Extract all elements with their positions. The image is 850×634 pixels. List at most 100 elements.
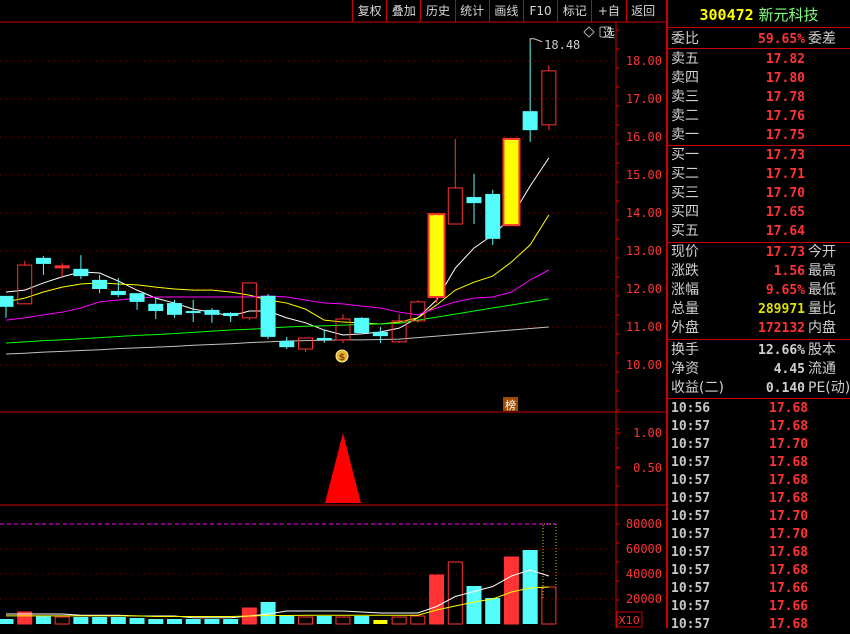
volume-bar — [335, 616, 351, 625]
volume-bar — [485, 598, 501, 624]
row-label2: 最高 — [808, 263, 836, 279]
tick-time: 10:57 — [671, 455, 711, 470]
quote-row: 涨幅 9.65% 最低 — [671, 281, 850, 300]
candle-body — [541, 70, 557, 126]
tick-price: 17.68 — [769, 563, 809, 578]
volume-bar — [279, 616, 295, 624]
volume-bar — [391, 616, 407, 625]
row-value: 17.78 — [765, 90, 805, 105]
kline-chart[interactable]: 18.00 17.00 16.00 15.00 14.00 13.00 12.00 11.00… — [0, 0, 666, 628]
tick-row: 10:57 17.70 — [671, 436, 850, 454]
candle — [541, 65, 557, 131]
candle — [335, 314, 351, 343]
row-label: 涨跌 — [671, 263, 699, 279]
bid-row: 买四 17.65 — [671, 203, 850, 222]
quote-row: 现价 17.73 今开 — [671, 243, 850, 262]
tick-time: 10:57 — [671, 599, 711, 614]
price-axis-label: 17.00 — [626, 92, 662, 106]
candle-body — [129, 293, 145, 302]
row-value: 17.70 — [765, 186, 805, 201]
candle-body — [0, 295, 14, 307]
candle — [129, 293, 145, 310]
candle-body — [260, 295, 276, 337]
row-value: 17.73 — [765, 148, 805, 163]
quote-row: 涨跌 1.56 最高 — [671, 262, 850, 281]
toolbar-button-6[interactable]: 标记 — [557, 0, 591, 22]
row-value: 17.71 — [765, 167, 805, 182]
tick-row: 10:57 17.68 — [671, 454, 850, 472]
volume-bar — [92, 617, 108, 624]
candle-body — [372, 331, 388, 337]
tick-price: 17.68 — [769, 473, 809, 488]
tick-price: 17.68 — [769, 401, 809, 416]
fund-row: 收益(二) 0.140 PE(动) — [671, 379, 850, 398]
row-label: 卖一 — [671, 127, 699, 143]
quote-row: 总量 289971 量比 — [671, 300, 850, 319]
toolbar-button-7[interactable]: +自选 — [591, 0, 625, 40]
tick-row: 10:57 17.66 — [671, 580, 850, 598]
toolbar-button-4[interactable]: 画线 — [488, 0, 523, 22]
toolbar-button-3[interactable]: 统计 — [454, 0, 489, 22]
candle — [166, 300, 182, 318]
row-value: 172132 — [758, 321, 805, 336]
row-label: 涨幅 — [671, 282, 699, 298]
candle-body — [92, 279, 108, 289]
indicator-axis-label: 0.50 — [633, 461, 662, 475]
row-label: 买三 — [671, 185, 699, 201]
toolbar-button-2[interactable]: 历史 — [420, 0, 454, 22]
row-label2: 最低 — [808, 282, 836, 298]
stock-name: 新元科技 — [758, 6, 819, 24]
tick-time: 10:57 — [671, 545, 711, 560]
ask-row: 卖二 17.76 — [671, 107, 850, 126]
candle-body — [166, 303, 182, 315]
high-price-label: 18.48 — [544, 38, 580, 52]
row-label: 净资 — [671, 361, 699, 377]
ask-row: 卖五 17.82 — [671, 50, 850, 69]
volume-bar — [223, 619, 239, 624]
money-bag-glyph: $ — [339, 353, 345, 363]
row-label: 卖三 — [671, 89, 699, 105]
row-label: 买二 — [671, 166, 699, 182]
row-value: 17.80 — [765, 71, 805, 86]
toolbar-button-0[interactable]: 复权 — [352, 0, 386, 22]
wc-label: 委差 — [808, 31, 836, 47]
volume-axis-label: 20000 — [626, 592, 662, 606]
volume-bar — [0, 619, 14, 624]
volume-bar — [54, 616, 70, 625]
volume-bar — [429, 574, 445, 625]
tick-price: 17.68 — [769, 545, 809, 560]
row-label: 卖五 — [671, 51, 699, 67]
price-axis-label: 12.00 — [626, 282, 662, 296]
tick-price: 17.66 — [769, 581, 809, 596]
price-axis-label: 15.00 — [626, 168, 662, 182]
row-label2: PE(动) — [808, 380, 850, 396]
tick-time: 10:57 — [671, 617, 711, 632]
row-label2: 股本 — [808, 342, 836, 358]
tick-price: 17.68 — [769, 491, 809, 506]
chart-toolbar: 复权 叠加 历史 统计 画线 F10 标记 +自选 返回 — [352, 0, 660, 40]
tick-time: 10:57 — [671, 527, 711, 542]
bid-row: 买二 17.71 — [671, 165, 850, 184]
candle — [223, 312, 239, 323]
row-label2: 量比 — [808, 301, 836, 317]
candle — [148, 298, 164, 320]
tick-time: 10:57 — [671, 581, 711, 596]
row-value: 17.75 — [765, 128, 805, 143]
volume-axis-label: 60000 — [626, 542, 662, 556]
tick-price: 17.70 — [769, 527, 809, 542]
toolbar-button-1[interactable]: 叠加 — [386, 0, 420, 22]
tick-time: 10:56 — [671, 401, 711, 416]
diamond-icon[interactable] — [583, 26, 595, 38]
wb-label: 委比 — [671, 31, 699, 47]
candle-body — [522, 111, 538, 131]
tick-time: 10:57 — [671, 419, 711, 434]
price-axis-label: 18.00 — [626, 54, 662, 68]
row-value: 0.140 — [765, 381, 805, 396]
candle-body — [185, 311, 201, 314]
volume-bar — [110, 617, 126, 624]
toolbar-button-5[interactable]: F10 — [522, 0, 557, 22]
row-label: 买四 — [671, 204, 699, 220]
ask-row: 卖四 17.80 — [671, 69, 850, 88]
toolbar-button-8[interactable]: 返回 — [625, 0, 660, 22]
candle-body — [54, 265, 70, 269]
